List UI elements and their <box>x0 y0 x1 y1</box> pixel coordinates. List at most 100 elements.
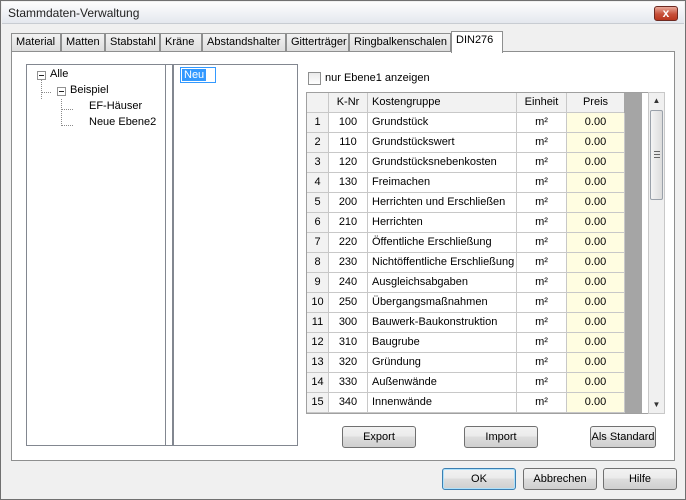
cell-einheit[interactable]: m² <box>517 313 567 333</box>
cell-knr[interactable]: 320 <box>329 353 368 373</box>
cell-knr[interactable]: 120 <box>329 153 368 173</box>
set-default-button[interactable]: Als Standard <box>590 426 656 448</box>
close-button[interactable]: x <box>654 6 678 21</box>
cell-kostengruppe[interactable]: Innenwände <box>368 393 517 413</box>
cell-einheit[interactable]: m² <box>517 113 567 133</box>
tab-ringbalkenschalen[interactable]: Ringbalkenschalen <box>349 33 451 52</box>
tab-kraene[interactable]: Kräne <box>160 33 202 52</box>
cell-knr[interactable]: 330 <box>329 373 368 393</box>
chevron-down-icon[interactable]: ▼ <box>649 397 664 413</box>
cell-knr[interactable]: 200 <box>329 193 368 213</box>
cell-einheit[interactable]: m² <box>517 213 567 233</box>
row-number[interactable]: 2 <box>307 133 329 153</box>
cell-preis[interactable]: 0.00 <box>567 393 625 413</box>
cell-knr[interactable]: 230 <box>329 253 368 273</box>
cell-preis[interactable]: 0.00 <box>567 333 625 353</box>
cell-kostengruppe[interactable]: Übergangsmaßnahmen <box>368 293 517 313</box>
cell-preis[interactable]: 0.00 <box>567 353 625 373</box>
cell-preis[interactable]: 0.00 <box>567 313 625 333</box>
row-number[interactable]: 5 <box>307 193 329 213</box>
tree-item-beispiel[interactable]: Beispiel <box>70 84 109 98</box>
cost-group-grid[interactable]: K-Nr Kostengruppe Einheit Preis 1 100 Grun… <box>306 92 660 414</box>
row-number[interactable]: 10 <box>307 293 329 313</box>
tab-matten[interactable]: Matten <box>61 33 105 52</box>
rename-input[interactable]: Neu <box>180 67 216 83</box>
cell-kostengruppe[interactable]: Herrichten und Erschließen <box>368 193 517 213</box>
cell-kostengruppe[interactable]: Grundstück <box>368 113 517 133</box>
cell-kostengruppe[interactable]: Herrichten <box>368 213 517 233</box>
cell-kostengruppe[interactable]: Baugrube <box>368 333 517 353</box>
cell-einheit[interactable]: m² <box>517 173 567 193</box>
cell-kostengruppe[interactable]: Nichtöffentliche Erschließung <box>368 253 517 273</box>
cell-einheit[interactable]: m² <box>517 133 567 153</box>
column-header-preis[interactable]: Preis <box>567 93 625 113</box>
cell-einheit[interactable]: m² <box>517 193 567 213</box>
cell-kostengruppe[interactable]: Öffentliche Erschließung <box>368 233 517 253</box>
cell-knr[interactable]: 210 <box>329 213 368 233</box>
cell-kostengruppe[interactable]: Bauwerk-Baukonstruktion <box>368 313 517 333</box>
tree-item-ef-haeuser[interactable]: EF-Häuser <box>89 100 142 114</box>
cell-preis[interactable]: 0.00 <box>567 233 625 253</box>
tab-stabstahl[interactable]: Stabstahl <box>105 33 160 52</box>
cell-preis[interactable]: 0.00 <box>567 133 625 153</box>
cell-einheit[interactable]: m² <box>517 233 567 253</box>
row-number[interactable]: 3 <box>307 153 329 173</box>
cell-preis[interactable]: 0.00 <box>567 173 625 193</box>
tree-item-alle[interactable]: Alle <box>50 68 68 82</box>
collapse-icon[interactable] <box>37 71 46 80</box>
cell-knr[interactable]: 340 <box>329 393 368 413</box>
row-number[interactable]: 7 <box>307 233 329 253</box>
tab-material[interactable]: Material <box>11 33 61 52</box>
cell-knr[interactable]: 110 <box>329 133 368 153</box>
cell-knr[interactable]: 250 <box>329 293 368 313</box>
tab-abstandshalter[interactable]: Abstandshalter <box>202 33 286 52</box>
column-header-einheit[interactable]: Einheit <box>517 93 567 113</box>
cell-einheit[interactable]: m² <box>517 373 567 393</box>
ok-button[interactable]: OK <box>442 468 516 490</box>
cell-kostengruppe[interactable]: Ausgleichsabgaben <box>368 273 517 293</box>
cell-kostengruppe[interactable]: Freimachen <box>368 173 517 193</box>
only-level1-checkbox[interactable] <box>308 72 321 85</box>
row-number[interactable]: 14 <box>307 373 329 393</box>
row-number[interactable]: 11 <box>307 313 329 333</box>
row-number[interactable]: 9 <box>307 273 329 293</box>
splitter-pane[interactable] <box>166 64 173 446</box>
export-button[interactable]: Export <box>342 426 416 448</box>
cell-preis[interactable]: 0.00 <box>567 213 625 233</box>
row-number[interactable]: 8 <box>307 253 329 273</box>
grid-scrollbar[interactable]: ▲ ▼ <box>648 92 665 414</box>
cell-einheit[interactable]: m² <box>517 253 567 273</box>
import-button[interactable]: Import <box>464 426 538 448</box>
tab-din276[interactable]: DIN276 <box>451 31 503 53</box>
cell-kostengruppe[interactable]: Grundstückswert <box>368 133 517 153</box>
cell-einheit[interactable]: m² <box>517 333 567 353</box>
row-number[interactable]: 13 <box>307 353 329 373</box>
column-header-kostengruppe[interactable]: Kostengruppe <box>368 93 517 113</box>
cell-knr[interactable]: 220 <box>329 233 368 253</box>
cell-preis[interactable]: 0.00 <box>567 373 625 393</box>
cell-preis[interactable]: 0.00 <box>567 153 625 173</box>
cell-preis[interactable]: 0.00 <box>567 113 625 133</box>
cell-knr[interactable]: 300 <box>329 313 368 333</box>
cell-einheit[interactable]: m² <box>517 393 567 413</box>
tab-gittertraeger[interactable]: Gitterträger <box>286 33 349 52</box>
cell-preis[interactable]: 0.00 <box>567 293 625 313</box>
cell-kostengruppe[interactable]: Gründung <box>368 353 517 373</box>
scroll-thumb[interactable] <box>650 110 663 200</box>
cell-preis[interactable]: 0.00 <box>567 193 625 213</box>
column-header-knr[interactable]: K-Nr <box>329 93 368 113</box>
cancel-button[interactable]: Abbrechen <box>523 468 597 490</box>
cell-knr[interactable]: 240 <box>329 273 368 293</box>
tree-item-neue-ebene2[interactable]: Neue Ebene2 <box>89 116 156 130</box>
cell-einheit[interactable]: m² <box>517 153 567 173</box>
level-list[interactable]: Neu <box>173 64 298 446</box>
cell-kostengruppe[interactable]: Außenwände <box>368 373 517 393</box>
cell-preis[interactable]: 0.00 <box>567 253 625 273</box>
row-number[interactable]: 12 <box>307 333 329 353</box>
cell-knr[interactable]: 130 <box>329 173 368 193</box>
cell-kostengruppe[interactable]: Grundstücksnebenkosten <box>368 153 517 173</box>
help-button[interactable]: Hilfe <box>603 468 677 490</box>
row-number[interactable]: 1 <box>307 113 329 133</box>
cell-einheit[interactable]: m² <box>517 353 567 373</box>
cell-preis[interactable]: 0.00 <box>567 273 625 293</box>
